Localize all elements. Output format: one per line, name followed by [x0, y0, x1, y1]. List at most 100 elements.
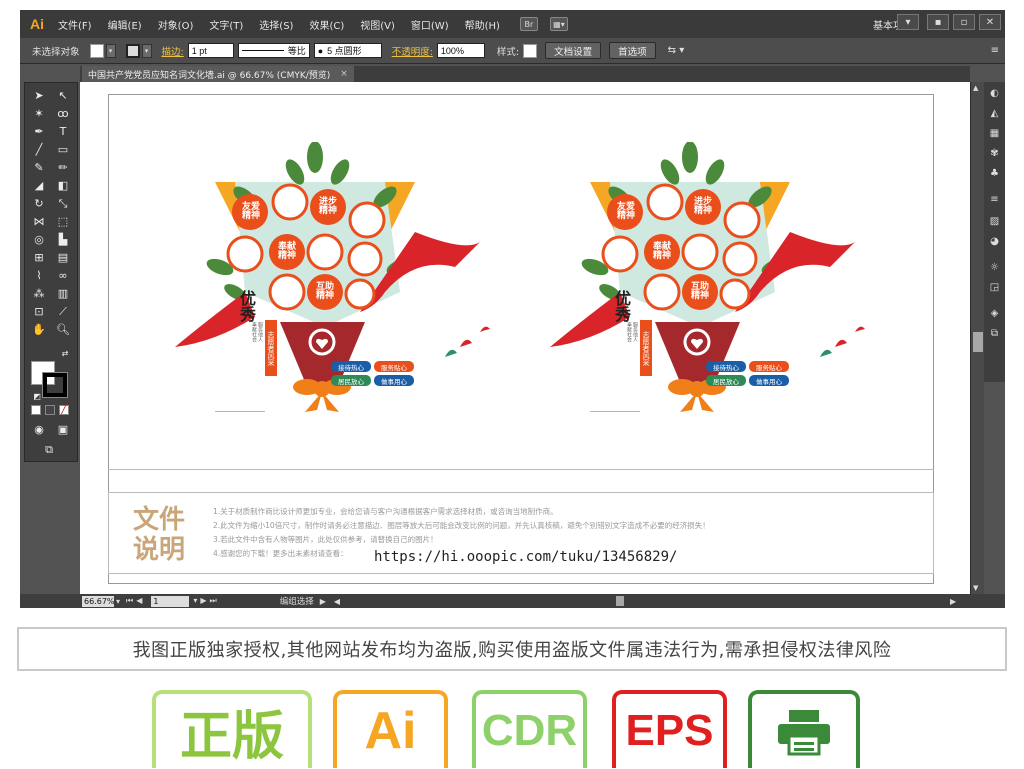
blend-tool-icon[interactable]: ∞ [53, 267, 73, 284]
draw-inside-icon[interactable]: ▣ [53, 421, 73, 438]
menu-object[interactable]: 对象(O) [150, 17, 202, 32]
vertical-scroll-thumb[interactable] [973, 332, 983, 352]
transparency-panel-icon[interactable]: ◕ [987, 234, 1002, 248]
type-tool-icon[interactable]: T [53, 123, 73, 140]
fill-dropdown-icon[interactable]: ▾ [105, 43, 116, 58]
gradient-panel-icon[interactable]: ▨ [987, 214, 1002, 228]
symbol-sprayer-tool-icon[interactable]: ⁂ [29, 285, 49, 302]
document-setup-button[interactable]: 文档设置 [545, 42, 602, 59]
color-guide-icon[interactable]: ◭ [987, 106, 1002, 120]
menu-type[interactable]: 文字(T) [201, 17, 251, 32]
color-mode-icon[interactable] [31, 405, 41, 415]
pencil-tool-icon[interactable]: ✏ [53, 159, 73, 176]
eraser-tool-icon[interactable]: ◧ [53, 177, 73, 194]
hscroll-left-icon[interactable]: ◀ [334, 597, 340, 606]
arrange-documents-icon[interactable]: ▦▾ [549, 17, 568, 31]
tab-close-icon[interactable]: × [340, 69, 348, 79]
bridge-icon[interactable]: Br [519, 17, 538, 31]
status-text: 编组选择 [279, 597, 314, 607]
line-tool-icon[interactable]: ╱ [29, 141, 49, 158]
bouquet-artwork-2[interactable]: 友爱 精神 进步 精神 奉献 精神 互助 精神 优秀 服务他人 奉献社会 志愿者… [550, 141, 880, 413]
vertical-scrollbar[interactable]: ▲ ▼ [970, 82, 984, 594]
magic-wand-tool-icon[interactable]: ✶ [29, 105, 49, 122]
fill-swatch[interactable] [89, 43, 104, 58]
appearance-panel-icon[interactable]: ☼ [987, 260, 1002, 274]
scroll-up-icon[interactable]: ▲ [973, 84, 978, 92]
slice-tool-icon[interactable]: ⟋ [53, 303, 73, 320]
scale-tool-icon[interactable]: ⤡ [53, 195, 73, 212]
artboard-next-icons[interactable]: ▾▶⏭ [193, 596, 219, 606]
rotate-tool-icon[interactable]: ↻ [29, 195, 49, 212]
perspective-grid-tool-icon[interactable]: ▙ [53, 231, 73, 248]
minimize-button[interactable]: ▪ [927, 14, 949, 30]
paintbrush-tool-icon[interactable]: ✎ [29, 159, 49, 176]
hand-tool-icon[interactable]: ✋ [29, 321, 49, 338]
style-swatch[interactable] [523, 43, 538, 58]
swatches-panel-icon[interactable]: ▦ [987, 126, 1002, 140]
document-tab[interactable]: 中国共产党党员应知名词文化墙.ai @ 66.67% (CMYK/预览) × [82, 66, 354, 82]
artboard-prev-icons[interactable]: ⏮◀ [126, 596, 145, 606]
menu-select[interactable]: 选择(S) [251, 17, 301, 32]
gradient-mode-icon[interactable] [45, 405, 55, 415]
canvas[interactable]: 友爱 精神 进步 精神 奉献 精神 互助 精神 优秀 服务他人 奉献社会 志愿者… [80, 82, 970, 594]
circle-label-progress: 进步 精神 [318, 197, 337, 216]
menu-file[interactable]: 文件(F) [50, 17, 100, 32]
blob-brush-tool-icon[interactable]: ◢ [29, 177, 49, 194]
drawing-mode-icon[interactable]: ◉ [29, 421, 49, 438]
opacity-label[interactable]: 不透明度: [392, 44, 433, 58]
eyedropper-tool-icon[interactable]: ⌇ [29, 267, 49, 284]
bouquet-artwork-1[interactable]: 友爱 精神 进步 精神 奉献 精神 互助 精神 优秀 服务他人 奉献社会 志愿者… [175, 141, 505, 413]
stroke-swatch[interactable] [125, 43, 140, 58]
close-button[interactable]: ✕ [979, 14, 1001, 30]
horizontal-scroll-thumb[interactable] [616, 596, 624, 606]
none-mode-icon[interactable]: ╱ [59, 405, 69, 415]
graphic-styles-panel-icon[interactable]: ◲ [987, 280, 1002, 294]
color-panel-icon[interactable]: ◐ [987, 86, 1002, 100]
mesh-tool-icon[interactable]: ⊞ [29, 249, 49, 266]
zoom-field[interactable]: 66.67% [82, 595, 115, 607]
maximize-button[interactable]: ▫ [953, 14, 975, 30]
scroll-down-icon[interactable]: ▼ [973, 584, 978, 592]
artboard-tool-icon[interactable]: ⊡ [29, 303, 49, 320]
pen-tool-icon[interactable]: ✒ [29, 123, 49, 140]
artboards-panel-icon[interactable]: ⧉ [987, 326, 1002, 340]
selection-tool-icon[interactable]: ➤ [29, 87, 49, 104]
screen-mode-icon[interactable]: ⧉ [39, 441, 59, 458]
free-transform-tool-icon[interactable]: ⬚ [53, 213, 73, 230]
symbols-panel-icon[interactable]: ♣ [987, 166, 1002, 180]
stroke-dropdown-icon[interactable]: ▾ [141, 43, 152, 58]
menu-effect[interactable]: 效果(C) [301, 17, 352, 32]
brushes-panel-icon[interactable]: ✾ [987, 146, 1002, 160]
zoom-tool-icon[interactable]: 🔍︎ [53, 321, 73, 338]
stroke-profile-select[interactable]: 等比 [237, 43, 310, 58]
menu-edit[interactable]: 编辑(E) [100, 17, 150, 32]
shape-builder-tool-icon[interactable]: ◎ [29, 231, 49, 248]
brush-select[interactable]: ● 5 点圆形 [313, 43, 382, 58]
arrange-icon[interactable]: ⇆ ▾ [668, 45, 685, 56]
width-tool-icon[interactable]: ⋈ [29, 213, 49, 230]
stroke-panel-icon[interactable]: ≡ [987, 192, 1002, 206]
artboard-number-field[interactable]: 1 [151, 595, 190, 607]
status-menu-icon[interactable]: ▶ [320, 597, 326, 606]
default-fill-stroke-icon[interactable]: ◩ [27, 388, 47, 405]
opacity-field[interactable]: 100% [436, 43, 485, 58]
menu-help[interactable]: 帮助(H) [457, 17, 508, 32]
zoom-dropdown-icon[interactable]: ▾ [116, 597, 120, 606]
notes-line: 3.若此文件中含有人物等图片，此处仅供参考，请替换自己的图片！ [213, 535, 438, 544]
stroke-width-field[interactable]: 1 pt [187, 43, 234, 58]
panel-menu-icon[interactable]: ≡ [991, 45, 999, 56]
layers-panel-icon[interactable]: ◈ [987, 306, 1002, 320]
swap-fill-stroke-icon[interactable]: ⇄ [55, 345, 75, 362]
lasso-tool-icon[interactable]: ꝏ [53, 105, 73, 122]
column-graph-tool-icon[interactable]: ▥ [53, 285, 73, 302]
hscroll-right-icon[interactable]: ▶ [950, 597, 956, 606]
gradient-tool-icon[interactable]: ▤ [53, 249, 73, 266]
stroke-label[interactable]: 描边: [162, 44, 184, 58]
workspace-dropdown-icon[interactable]: ▾ [897, 14, 919, 30]
menu-view[interactable]: 视图(V) [352, 17, 403, 32]
direct-selection-tool-icon[interactable]: ↖ [53, 87, 73, 104]
menu-window[interactable]: 窗口(W) [403, 17, 457, 32]
preferences-button[interactable]: 首选项 [609, 42, 656, 59]
file-notes[interactable]: 文件 说明 1.关于材质制作商比设计师更加专业，会给您请与客户沟通根据客户需求选… [108, 492, 934, 574]
rectangle-tool-icon[interactable]: ▭ [53, 141, 73, 158]
